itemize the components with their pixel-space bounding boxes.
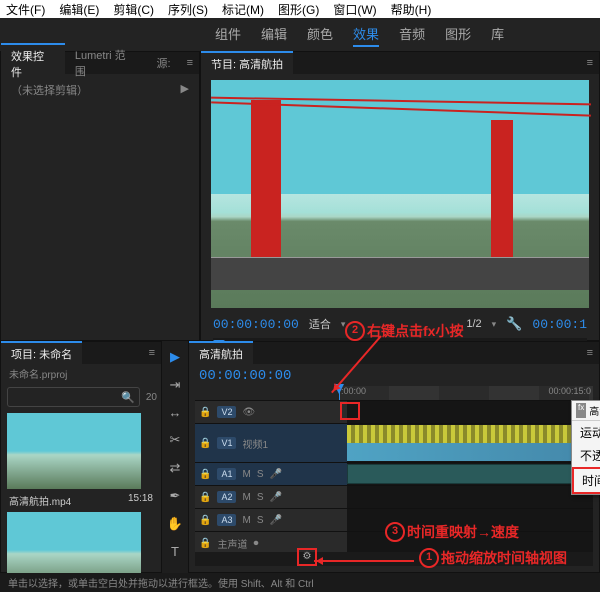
track-head-v2[interactable]: 🔒V2👁 (195, 401, 347, 423)
timeline-toolbar: ▶ ⇥ ↔ ✂ ⇄ ✒ ✋ T (162, 341, 188, 573)
panel-menu-icon[interactable]: ≡ (181, 57, 199, 69)
track-name-v1: 视频1 (242, 436, 268, 451)
annotation-2: 右键点击fx小按 (367, 321, 463, 341)
program-tc-left: 00:00:00:00 (213, 317, 299, 332)
track-v1-body[interactable] (347, 424, 593, 462)
timeline-menu-icon[interactable]: ≡ (581, 347, 599, 359)
track-head-a2[interactable]: 🔒A2MS🎤 (195, 486, 347, 508)
menu-file[interactable]: 文件(F) (6, 1, 45, 18)
lock-icon[interactable]: 🔒 (199, 407, 211, 418)
source-tabbar: 效果控件 Lumetri 范围 源: ≡ (1, 52, 199, 74)
track-head-a3[interactable]: 🔒A3MS🎤 (195, 509, 347, 531)
menu-marker[interactable]: 标记(M) (222, 1, 264, 18)
project-file-name: 未命名.prproj (9, 366, 67, 381)
mic-icon[interactable]: 🎤 (269, 515, 281, 526)
selection-tool[interactable]: ▶ (170, 349, 180, 365)
menubar: 文件(F) 编辑(E) 剪辑(C) 序列(S) 标记(M) 图形(G) 窗口(W… (0, 0, 600, 18)
fx-badge-highlight (340, 402, 360, 420)
project-thumbnail-1[interactable] (7, 413, 141, 489)
ripple-edit-tool[interactable]: ↔ (169, 405, 182, 420)
menu-edit[interactable]: 编辑(E) (59, 1, 99, 18)
ws-library[interactable]: 库 (491, 24, 504, 47)
track-head-a1[interactable]: 🔒A1MS🎤 (195, 463, 347, 485)
ws-edit[interactable]: 编辑 (261, 24, 287, 47)
ctx-motion[interactable]: 运动 (572, 421, 600, 444)
ws-audio[interactable]: 音频 (399, 24, 425, 47)
project-item-count: 20 (146, 392, 161, 403)
track-head-master[interactable]: 🔒主声道⏺ (195, 532, 347, 554)
program-monitor: 节目: 高清航拍 ≡ 00:00:00:00 适合▾ 1/2▾ 🔧 00:00:… (200, 51, 600, 341)
tab-timeline[interactable]: 高清航拍 (189, 341, 253, 365)
project-panel: 项目: 未命名 ≡ 未命名.prproj 🔍 20 高清航拍.mp4 15:18 (0, 341, 162, 573)
annotation-3: 时间重映射→速度 (407, 522, 519, 542)
eye-icon[interactable]: 👁 (242, 407, 255, 418)
razor-tool[interactable]: ✂ (170, 432, 181, 448)
project-menu-icon[interactable]: ≡ (143, 347, 161, 359)
ctx-time-remap[interactable]: 时间重映射▶ (572, 467, 600, 494)
program-tc-right: 00:00:1 (532, 317, 587, 332)
lock-icon[interactable]: 🔒 (199, 469, 211, 480)
ws-effects[interactable]: 效果 (353, 24, 379, 47)
mic-icon[interactable]: 🎤 (269, 492, 281, 503)
track-select-tool[interactable]: ⇥ (170, 377, 181, 393)
track-head-v1[interactable]: 🔒V1视频1 (195, 424, 347, 462)
lock-icon[interactable]: 🔒 (199, 438, 211, 449)
tracks-area: 🔒V2👁 🔒V1视频1 🔒A1MS🎤 🔒A2MS🎤 (195, 400, 593, 542)
ws-assembly[interactable]: 组件 (215, 24, 241, 47)
timeline-panel: 高清航拍 ≡ 00:00:00:00 :00:00 00:00:15:0 🔒V2… (188, 341, 600, 573)
wrench-icon[interactable]: 🔧 (506, 316, 522, 332)
slip-tool[interactable]: ⇄ (170, 460, 181, 476)
tab-source[interactable]: 源: (147, 52, 181, 74)
ctx-opacity[interactable]: 不透明度 (572, 444, 600, 467)
tab-lumetri[interactable]: Lumetri 范围 (65, 44, 147, 82)
project-search-input[interactable]: 🔍 (7, 387, 140, 407)
hand-tool[interactable]: ✋ (167, 516, 183, 532)
menu-clip[interactable]: 剪辑(C) (113, 1, 154, 18)
program-menu-icon[interactable]: ≡ (581, 57, 599, 69)
ctx-clip-name: 高清航拍.mp4 [V] (589, 403, 600, 418)
program-video[interactable] (211, 80, 589, 308)
program-zoom[interactable]: 1/2 (466, 318, 481, 330)
lock-icon[interactable]: 🔒 (199, 492, 211, 503)
tab-effect-controls[interactable]: 效果控件 (1, 43, 65, 83)
mic-icon[interactable]: 🎤 (269, 469, 281, 480)
ws-graphics[interactable]: 图形 (445, 24, 471, 47)
annotation-1: 拖动缩放时间轴视图 (441, 548, 567, 568)
annotation-1-arrow (314, 560, 414, 562)
timeline-ruler[interactable]: :00:00 00:00:15:0 (339, 386, 593, 401)
project-clip-duration: 15:18 (128, 493, 153, 508)
program-fit[interactable]: 适合 (309, 316, 331, 332)
menu-window[interactable]: 窗口(W) (333, 1, 376, 18)
menu-sequence[interactable]: 序列(S) (168, 1, 208, 18)
menu-graphics[interactable]: 图形(G) (278, 1, 319, 18)
status-bar: 单击以选择，或单击空白处并拖动以进行框选。使用 Shift、Alt 和 Ctrl (0, 573, 600, 592)
video-clip[interactable] (347, 425, 593, 461)
clip-context-menu: fx高清航拍.mp4 [V] 运动 不透明度 时间重映射▶ 速度 (571, 400, 600, 495)
lock-icon[interactable]: 🔒 (199, 538, 211, 549)
timeline-tc[interactable]: 00:00:00:00 (189, 364, 599, 388)
tab-program[interactable]: 节目: 高清航拍 (201, 51, 293, 75)
lock-icon[interactable]: 🔒 (199, 515, 211, 526)
project-clip-name: 高清航拍.mp4 (9, 493, 71, 508)
pen-tool[interactable]: ✒ (170, 488, 181, 504)
audio-clip-a1[interactable] (347, 464, 593, 484)
ws-color[interactable]: 颜色 (307, 24, 333, 47)
menu-help[interactable]: 帮助(H) (391, 1, 432, 18)
type-tool[interactable]: T (171, 544, 179, 559)
tab-project[interactable]: 项目: 未命名 (1, 341, 82, 365)
